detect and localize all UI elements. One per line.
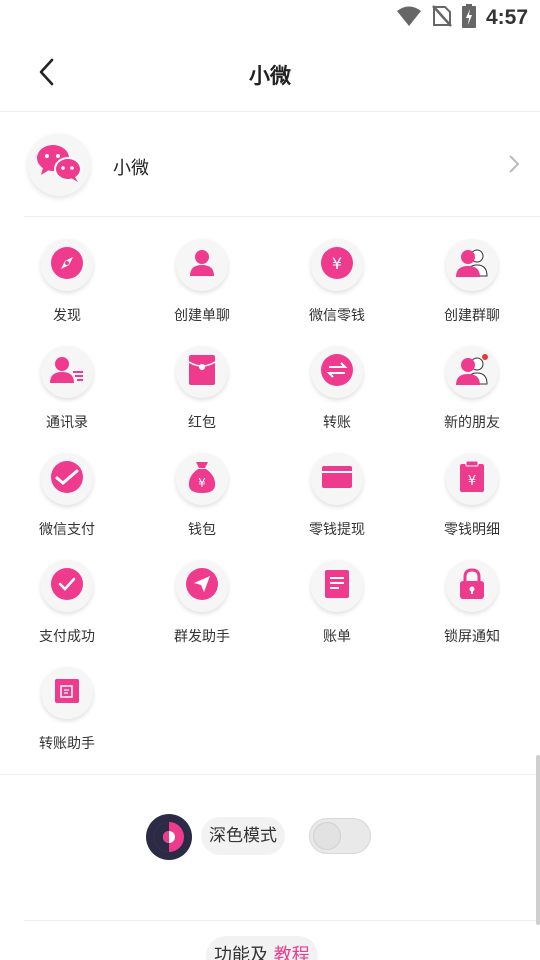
profile-name: 小微 xyxy=(113,158,149,179)
grid-icon-circle xyxy=(41,667,93,719)
grid-item-create-single-chat[interactable]: 创建单聊 xyxy=(147,239,257,339)
grid-item-label: 微信支付 xyxy=(39,522,95,538)
grid-icon-circle xyxy=(311,346,363,398)
grid-item-lockscreen-notice[interactable]: 锁屏通知 xyxy=(417,560,527,660)
grid-item-label: 零钱提现 xyxy=(309,522,365,538)
grid-item-broadcast-assistant[interactable]: 群发助手 xyxy=(147,560,257,660)
status-time: 4:57 xyxy=(485,6,528,29)
bill-icon xyxy=(324,569,350,603)
grid-item-new-friends[interactable]: 新的朋友 xyxy=(417,346,527,446)
red-envelope-icon xyxy=(188,354,216,390)
avatar xyxy=(28,134,90,196)
grid-icon-circle xyxy=(176,560,228,612)
header: 小微 xyxy=(0,36,540,112)
grid-item-label: 微信零钱 xyxy=(309,308,365,324)
grid-item-label: 锁屏通知 xyxy=(444,629,500,645)
grid-item-bill[interactable]: 账单 xyxy=(282,560,392,660)
grid-item-label: 支付成功 xyxy=(39,629,95,645)
toggle-knob xyxy=(313,822,341,850)
grid-item-red-packet[interactable]: 红包 xyxy=(147,346,257,446)
wechat-pay-icon xyxy=(50,460,84,498)
grid-item-label: 新的朋友 xyxy=(444,415,500,431)
grid-item-label: 创建群聊 xyxy=(444,308,500,324)
grid-item-payment-success[interactable]: 支付成功 xyxy=(12,560,122,660)
contact-list-icon xyxy=(50,355,84,389)
grid-icon-circle xyxy=(176,346,228,398)
dark-mode-label: 深色模式 xyxy=(201,817,285,855)
lock-icon xyxy=(459,568,485,604)
divider xyxy=(24,920,536,921)
svg-text:¥: ¥ xyxy=(468,474,476,489)
grid-item-label: 钱包 xyxy=(188,522,216,538)
grid-item-label: 转账 xyxy=(323,415,351,431)
grid-icon-circle xyxy=(446,239,498,291)
grid-icon-circle xyxy=(311,560,363,612)
scrollbar[interactable] xyxy=(536,755,540,925)
grid-item-transfer-assistant[interactable]: 转账助手 xyxy=(12,667,122,767)
grid-icon-circle: ¥ xyxy=(311,239,363,291)
page-title: 小微 xyxy=(249,64,291,88)
wechat-logo-icon xyxy=(35,143,83,187)
tutorial-prefix: 功能及 xyxy=(214,945,268,960)
grid-icon-circle xyxy=(446,346,498,398)
group-users-icon xyxy=(455,248,489,282)
tutorial-link[interactable]: 功能及 教程 xyxy=(206,936,318,960)
grid-icon-circle xyxy=(41,239,93,291)
grid-item-label: 账单 xyxy=(323,629,351,645)
grid-item-create-group-chat[interactable]: 创建群聊 xyxy=(417,239,527,339)
grid-icon-circle xyxy=(311,453,363,505)
profile-row[interactable]: 小微 xyxy=(24,112,540,217)
money-bag-icon: ¥ xyxy=(187,460,217,498)
grid-item-wechat-change[interactable]: ¥ 微信零钱 xyxy=(282,239,392,339)
yen-coin-icon: ¥ xyxy=(320,246,354,284)
grid-icon-circle xyxy=(41,453,93,505)
receipt-icon: ¥ xyxy=(459,460,485,497)
grid-icon-circle: ¥ xyxy=(176,453,228,505)
grid-item-contacts[interactable]: 通讯录 xyxy=(12,346,122,446)
grid-icon-circle: ¥ xyxy=(446,453,498,505)
wifi-icon xyxy=(396,5,422,31)
grid-icon-circle xyxy=(176,239,228,291)
grid-item-change-details[interactable]: ¥ 零钱明细 xyxy=(417,453,527,553)
check-circle-icon xyxy=(50,567,84,605)
grid-item-transfer[interactable]: 转账 xyxy=(282,346,392,446)
card-icon xyxy=(321,465,353,493)
status-bar: 4:57 xyxy=(0,0,540,36)
send-plane-icon xyxy=(185,567,219,605)
tutorial-link-text: 教程 xyxy=(273,945,310,960)
compass-icon xyxy=(50,246,84,284)
new-friend-icon xyxy=(455,354,489,390)
battery-charging-icon xyxy=(461,4,476,32)
svg-text:¥: ¥ xyxy=(332,254,342,273)
grid-item-label: 发现 xyxy=(53,308,81,324)
grid-icon-circle xyxy=(41,560,93,612)
single-user-icon xyxy=(187,248,217,282)
grid-item-label: 零钱明细 xyxy=(444,522,500,538)
feature-grid: 发现 创建单聊 ¥ 微信零钱 创建群聊 通讯录 红包 转账 新的朋友 微信支付 … xyxy=(0,217,540,775)
status-icons: 4:57 xyxy=(396,4,528,32)
grid-item-withdraw[interactable]: 零钱提现 xyxy=(282,453,392,553)
grid-item-label: 转账助手 xyxy=(39,736,95,752)
grid-item-label: 通讯录 xyxy=(46,415,88,431)
chevron-right-icon xyxy=(508,154,520,178)
grid-item-label: 群发助手 xyxy=(174,629,230,645)
transfer-assistant-icon xyxy=(54,678,80,708)
no-sim-icon xyxy=(432,5,452,31)
grid-item-wechat-pay[interactable]: 微信支付 xyxy=(12,453,122,553)
dark-mode-toggle[interactable] xyxy=(309,818,371,854)
dark-mode-icon xyxy=(146,814,192,860)
transfer-icon xyxy=(320,353,354,391)
grid-item-wallet[interactable]: ¥ 钱包 xyxy=(147,453,257,553)
dark-mode-row: 深色模式 xyxy=(0,806,540,870)
svg-text:¥: ¥ xyxy=(198,476,206,490)
grid-icon-circle xyxy=(446,560,498,612)
grid-icon-circle xyxy=(41,346,93,398)
grid-item-label: 创建单聊 xyxy=(174,308,230,324)
grid-item-label: 红包 xyxy=(188,415,216,431)
grid-item-discover[interactable]: 发现 xyxy=(12,239,122,339)
